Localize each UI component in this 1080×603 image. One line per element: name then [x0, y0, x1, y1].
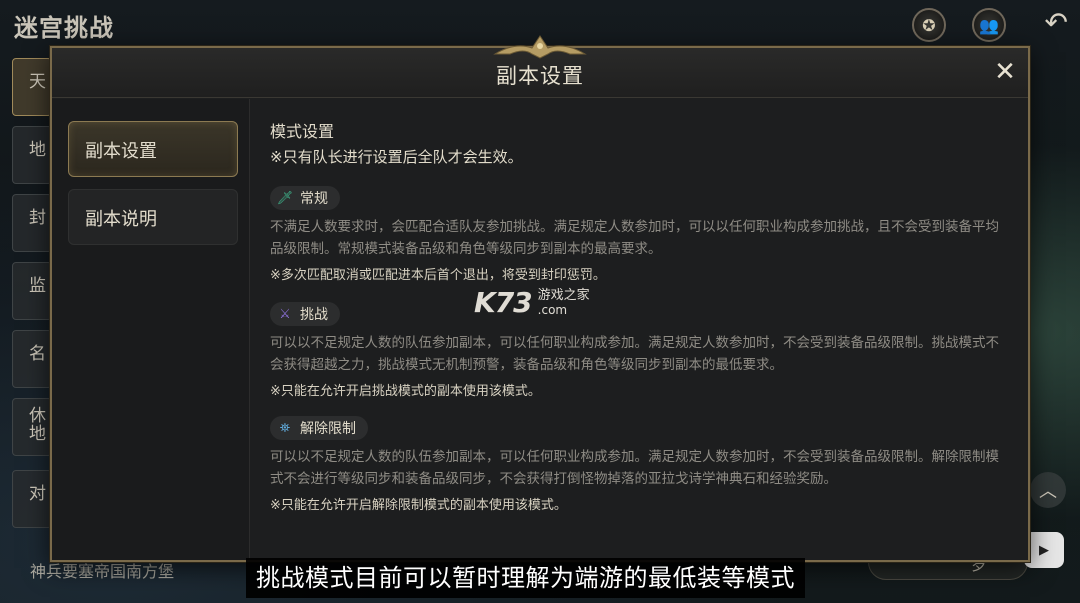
video-subtitle: 挑战模式目前可以暂时理解为端游的最低装等模式 [246, 558, 805, 598]
background-list-item[interactable]: 休 地 [12, 398, 52, 456]
mode-note: ※只能在允许开启挑战模式的副本使用该模式。 [270, 384, 541, 399]
unlock-party-icon: ⛯ [279, 420, 291, 436]
background-list-item[interactable]: 名 [12, 330, 52, 388]
mode-settings-panel: 模式设置 ※只有队长进行设置后全队才会生效。 🗡 常规 不满足人数要求时，会匹配… [270, 118, 1010, 513]
dialog-header: 副本设置 ✕ [52, 35, 1028, 98]
watermark-cn: 游戏之家 [537, 287, 590, 303]
mode-block-unrestricted: ⛯ 解除限制 可以以不足规定人数的队伍参加副本，可以任何职业构成参加。满足规定人… [270, 416, 1005, 513]
crossed-swords-icon: ⚔ [279, 306, 291, 322]
mode-name: 解除限制 [300, 421, 356, 437]
dialog-title: 副本设置 [496, 64, 584, 88]
mode-block-challenge: ⚔ 挑战 可以以不足规定人数的队伍参加副本，可以任何职业构成参加。满足规定人数参… [270, 302, 1005, 399]
mode-name: 挑战 [300, 307, 328, 323]
mode-description: 不满足人数要求时，会匹配合适队友参加挑战。满足规定人数参加时，可以以任何职业构成… [270, 219, 999, 257]
leader-notice: ※只有队长进行设置后全队才会生效。 [270, 148, 523, 166]
background-page-title: 迷宫挑战 [14, 14, 114, 42]
watermark-side: 游戏之家 .com [537, 287, 590, 317]
background-list-item[interactable]: 监 [12, 262, 52, 320]
medal-icon[interactable]: ✪ [912, 8, 946, 42]
back-arrow-icon[interactable]: ↶ [1045, 6, 1068, 39]
section-title: 模式设置 [270, 122, 335, 141]
background-list-item[interactable]: 天 [12, 58, 52, 116]
close-icon[interactable]: ✕ [990, 58, 1020, 88]
dialog-sidebar: 副本设置 副本说明 [52, 99, 250, 560]
mode-tag-normal[interactable]: 🗡 常规 [270, 186, 340, 210]
mode-name: 常规 [300, 191, 328, 207]
background-list-item[interactable]: 对 [12, 470, 52, 528]
background-list-item[interactable]: 封 [12, 194, 52, 252]
watermark-domain: .com [537, 302, 568, 317]
video-platform-icon: ▶ [1024, 532, 1064, 568]
mode-description: 可以以不足规定人数的队伍参加副本，可以任何职业构成参加。满足规定人数参加时，不会… [270, 335, 999, 373]
tab-dungeon-settings[interactable]: 副本设置 [68, 121, 238, 177]
ornament-crest-icon [493, 35, 587, 59]
mode-note: ※只能在允许开启解除限制模式的副本使用该模式。 [270, 498, 567, 513]
watermark-brand: K73 [474, 286, 533, 319]
background-list-item[interactable]: 地 [12, 126, 52, 184]
tab-dungeon-description[interactable]: 副本说明 [68, 189, 238, 245]
mode-block-normal: 🗡 常规 不满足人数要求时，会匹配合适队友参加挑战。满足规定人数参加时，可以以任… [270, 186, 1005, 283]
mode-description: 可以以不足规定人数的队伍参加副本，可以任何职业构成参加。满足规定人数参加时，不会… [270, 449, 999, 487]
group-icon[interactable]: 👥 [972, 8, 1006, 42]
mode-note: ※多次匹配取消或匹配进本后首个退出，将受到封印惩罚。 [270, 268, 606, 283]
sword-icon: 🗡 [276, 190, 294, 206]
site-watermark: K73 游戏之家 .com [474, 286, 590, 319]
scroll-up-icon[interactable]: ︿ [1030, 472, 1066, 508]
game-screen: 迷宫挑战 ✪ 👥 ↶ 天 地 封 监 名 休 地 对 神兵要塞帝国南方堡 岁 ︿… [0, 0, 1080, 603]
mode-tag-challenge[interactable]: ⚔ 挑战 [270, 302, 340, 326]
mode-tag-unrestricted[interactable]: ⛯ 解除限制 [270, 416, 368, 440]
